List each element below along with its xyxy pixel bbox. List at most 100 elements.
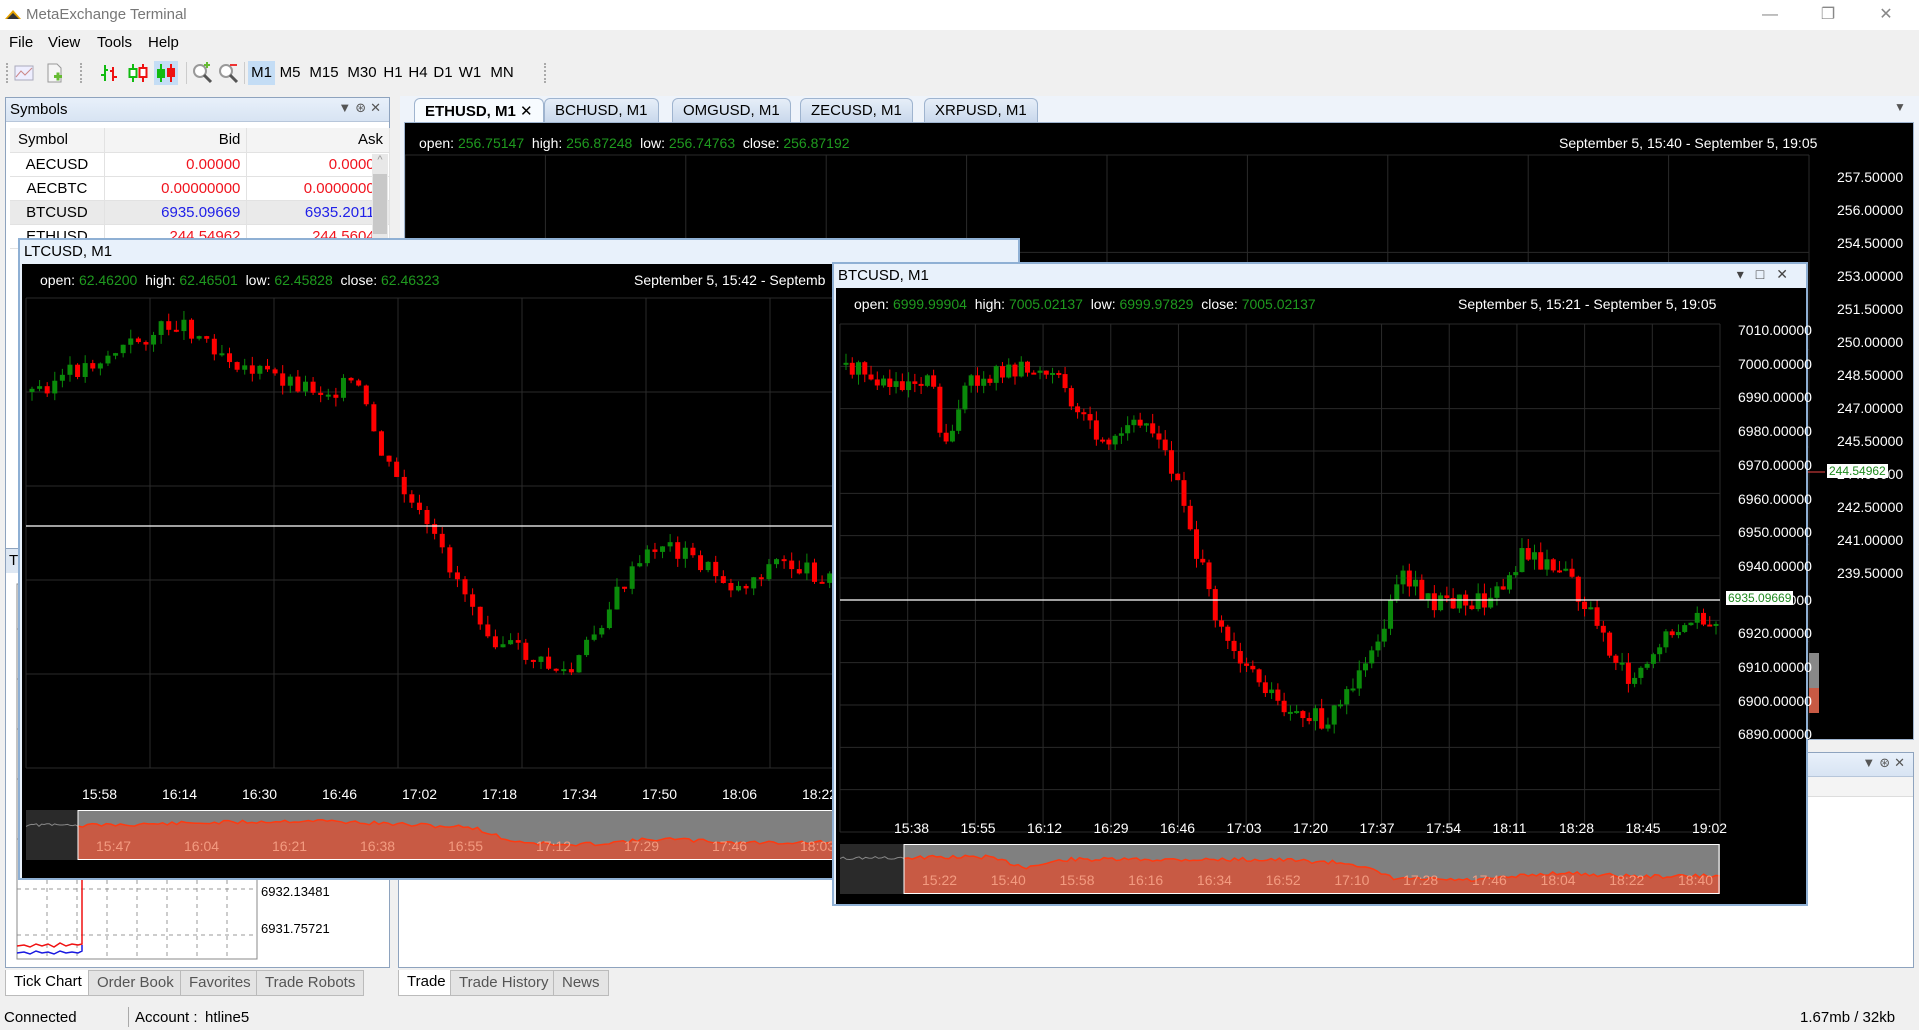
candle <box>614 586 620 610</box>
tab-order-book[interactable]: Order Book <box>88 970 183 996</box>
timeframe-m15[interactable]: M15 <box>306 61 342 85</box>
toolbar-grip[interactable] <box>544 63 547 83</box>
menu-file[interactable]: File <box>9 34 33 51</box>
navigator-handle <box>840 844 904 894</box>
candle <box>1707 624 1713 627</box>
column-header-symbol[interactable]: Symbol <box>10 128 105 153</box>
tab-trade-robots[interactable]: Trade Robots <box>256 970 365 996</box>
scroll-up-icon[interactable]: ^ <box>372 154 388 172</box>
timeframe-m5[interactable]: M5 <box>277 61 303 85</box>
candle <box>856 362 862 375</box>
tab-trade-history[interactable]: Trade History <box>450 970 558 996</box>
candle <box>1056 372 1062 375</box>
btcusd-x-tick: 17:20 <box>1293 820 1329 836</box>
candle <box>584 639 590 656</box>
candle <box>1156 433 1162 440</box>
btcusd-window[interactable]: BTCUSD, M1 ▾□✕ open: 6999.99904 high: 70… <box>832 262 1812 906</box>
candle <box>302 381 308 392</box>
tab-bchusd[interactable]: BCHUSD, M1 <box>544 98 659 122</box>
menu-tools[interactable]: Tools <box>97 34 132 51</box>
timeframe-mn[interactable]: MN <box>487 61 517 85</box>
candle <box>1675 631 1681 636</box>
column-header-ask[interactable]: Ask <box>246 128 390 153</box>
zoom-out-icon[interactable] <box>216 61 240 85</box>
line-chart-icon[interactable] <box>12 61 36 85</box>
close-icon[interactable]: ✕ <box>1863 0 1909 30</box>
close-tab-icon[interactable]: ✕ <box>516 103 533 120</box>
ethusd-current-price: 244.54962 <box>1827 464 1888 478</box>
tab-zecusd[interactable]: ZECUSD, M1 <box>800 98 913 122</box>
candlestick-filled-icon[interactable] <box>154 61 178 85</box>
maximize-icon[interactable]: □ <box>1756 266 1776 282</box>
panel-menu-icon[interactable]: ▼ <box>338 100 355 115</box>
pin-icon[interactable]: ⊛ <box>1879 755 1894 770</box>
minimize-icon[interactable]: — <box>1747 0 1793 30</box>
tab-xrpusd[interactable]: XRPUSD, M1 <box>924 98 1038 122</box>
tab-omgusd[interactable]: OMGUSD, M1 <box>672 98 791 122</box>
candle <box>515 640 521 643</box>
menu-help[interactable]: Help <box>148 34 179 51</box>
new-document-icon[interactable] <box>42 61 66 85</box>
timeframe-m30[interactable]: M30 <box>344 61 380 85</box>
toolbar-grip[interactable] <box>6 63 9 83</box>
btcusd-current-price: 6935.09669 <box>1726 591 1794 605</box>
candle <box>120 344 126 354</box>
menu-view[interactable]: View <box>48 34 80 51</box>
candle <box>893 381 899 387</box>
pin-icon[interactable]: ⊛ <box>355 100 370 115</box>
candle <box>843 362 849 365</box>
bar-chart-icon[interactable] <box>98 61 122 85</box>
candle <box>67 364 73 375</box>
candle <box>881 378 887 386</box>
navigator-time-label: 16:52 <box>1265 872 1301 888</box>
timeframe-h1[interactable]: H1 <box>382 61 404 85</box>
candlestick-hollow-icon[interactable] <box>126 61 150 85</box>
candle <box>1337 704 1343 707</box>
app-title: MetaExchange Terminal <box>26 6 187 23</box>
account-name: htline5 <box>205 1009 250 1026</box>
timeframe-d1[interactable]: D1 <box>432 61 454 85</box>
zoom-in-icon[interactable] <box>190 61 214 85</box>
close-icon[interactable]: ✕ <box>1894 755 1909 770</box>
tab-label: ZECUSD, M1 <box>811 102 902 119</box>
symbol-row[interactable]: AECUSD 0.00000 0.00000 <box>10 152 390 177</box>
tab-list-icon[interactable]: ▼ <box>1894 100 1906 114</box>
tab-ethusd[interactable]: ETHUSD, M1 ✕ <box>414 98 544 122</box>
btcusd-y-tick: 6950.00000 <box>1738 524 1812 541</box>
candle <box>1688 622 1694 626</box>
window-menu-icon[interactable]: ▾ <box>1737 266 1756 282</box>
candle <box>204 336 210 339</box>
candle <box>409 494 415 503</box>
candle <box>1413 579 1419 587</box>
btcusd-y-tick: 7010.00000 <box>1738 322 1812 338</box>
candle <box>1344 689 1350 705</box>
restore-icon[interactable]: ❐ <box>1805 0 1851 30</box>
candle <box>819 581 825 584</box>
toolbar-grip[interactable] <box>80 63 83 83</box>
scrollbar-thumb[interactable] <box>373 174 387 234</box>
close-icon[interactable]: ✕ <box>1776 266 1800 282</box>
timeframe-m1[interactable]: M1 <box>248 61 275 85</box>
btcusd-y-tick: 6910.00000 <box>1738 659 1812 675</box>
candle <box>97 363 103 369</box>
candle <box>811 562 817 582</box>
candle <box>1506 575 1512 590</box>
tab-news[interactable]: News <box>553 970 609 996</box>
close-icon[interactable]: ✕ <box>370 100 385 115</box>
tab-trade[interactable]: Trade <box>398 970 455 996</box>
column-header-bid[interactable]: Bid <box>104 128 248 153</box>
candle <box>1625 662 1631 684</box>
tab-favorites[interactable]: Favorites <box>180 970 260 996</box>
symbol-row[interactable]: BTCUSD 6935.09669 6935.20119 <box>10 200 390 225</box>
btcusd-x-tick: 16:29 <box>1093 820 1129 836</box>
candle <box>287 376 293 386</box>
tick-y-tick: 6931.75721 <box>261 921 330 936</box>
panel-menu-icon[interactable]: ▼ <box>1862 755 1879 770</box>
tab-tick-chart[interactable]: Tick Chart <box>5 970 91 996</box>
timeframe-w1[interactable]: W1 <box>457 61 483 85</box>
navigator-strip[interactable]: 15:22 15:40 15:58 16:16 16:34 16:52 17:10 17:28… <box>839 844 1721 894</box>
timeframe-h4[interactable]: H4 <box>407 61 429 85</box>
btcusd-chart[interactable]: open: 6999.99904 high: 7005.02137 low: 6… <box>836 288 1812 904</box>
symbol-row[interactable]: AECBTC 0.00000000 0.00000000 <box>10 176 390 201</box>
candle <box>1256 669 1262 683</box>
